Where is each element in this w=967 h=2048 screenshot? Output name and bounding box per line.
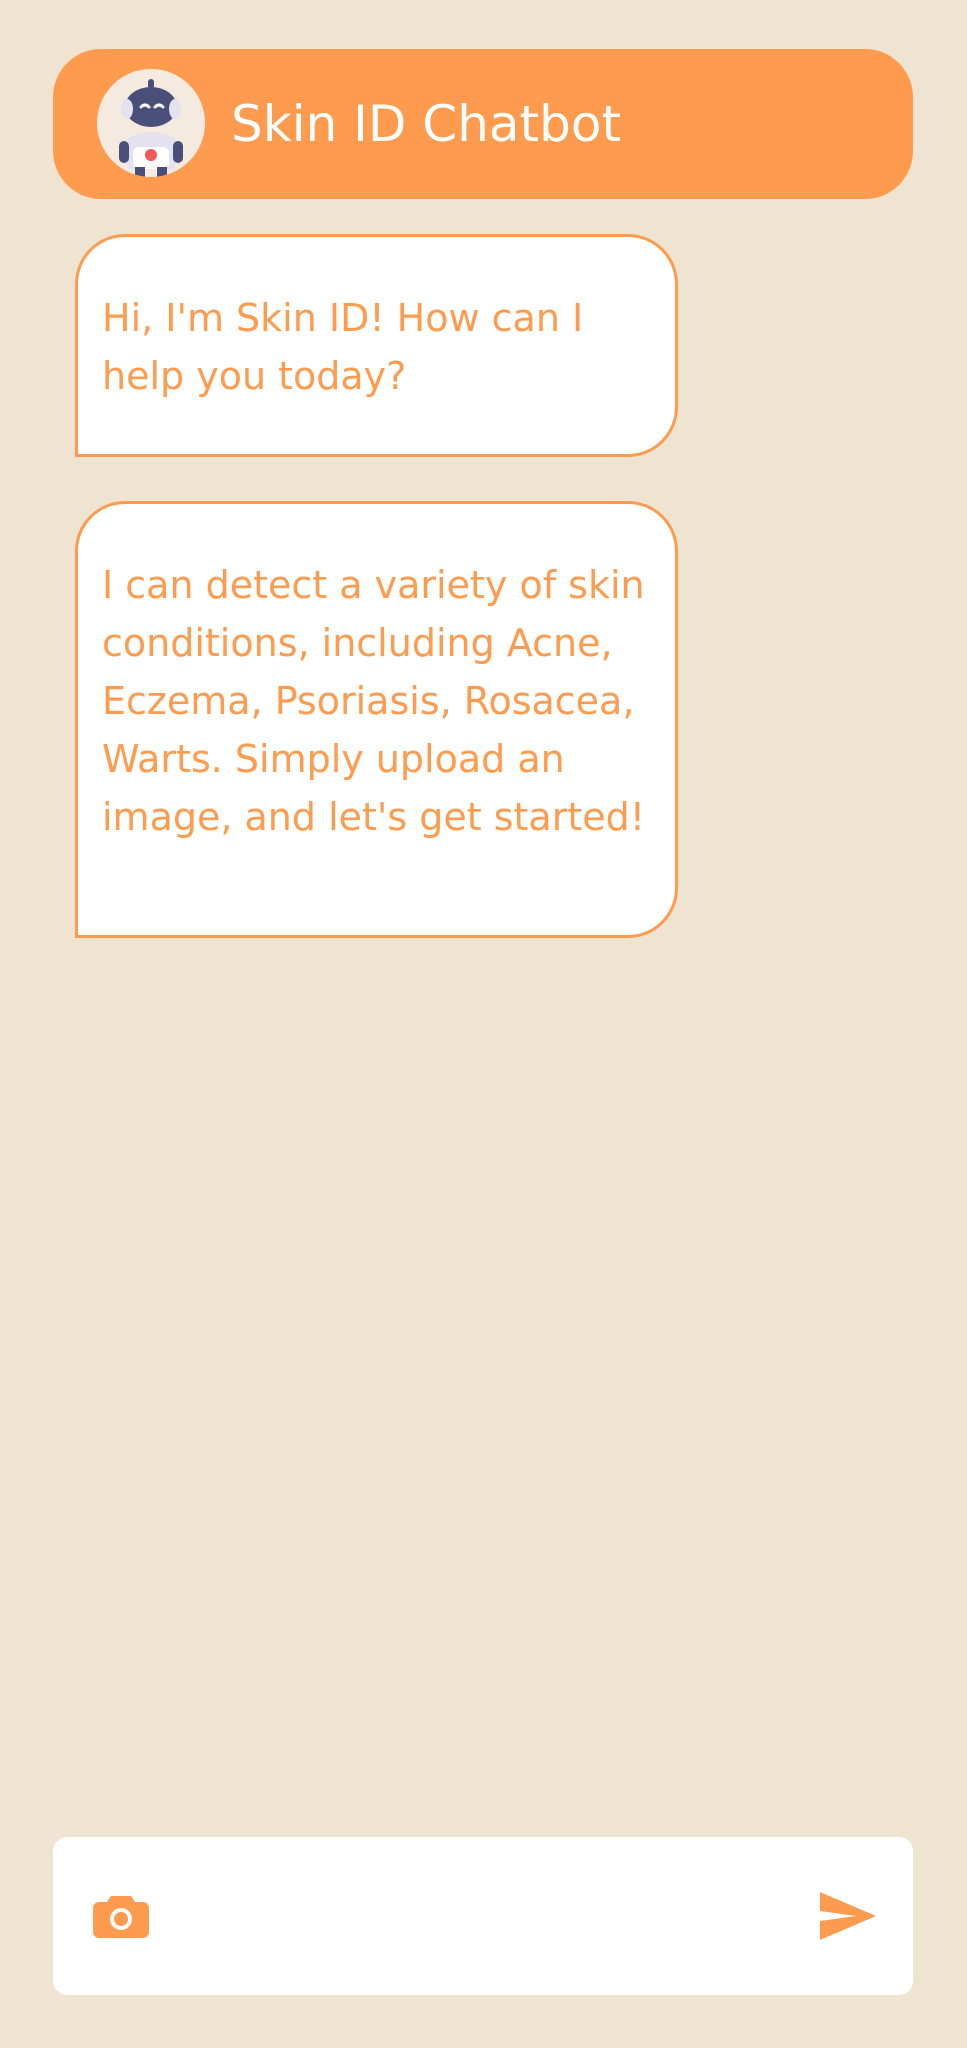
message-input[interactable] bbox=[183, 1871, 747, 1963]
message-composer bbox=[53, 1837, 913, 1995]
chat-title: Skin ID Chatbot bbox=[231, 95, 622, 153]
bot-message-bubble: I can detect a variety of skin condition… bbox=[75, 501, 678, 938]
camera-button[interactable] bbox=[89, 1884, 153, 1948]
send-icon bbox=[820, 1892, 876, 1940]
bot-message-text: Hi, I'm Skin ID! How can I help you toda… bbox=[102, 296, 584, 398]
bot-message-bubble: Hi, I'm Skin ID! How can I help you toda… bbox=[75, 234, 678, 457]
camera-icon bbox=[93, 1896, 149, 1938]
send-button[interactable] bbox=[813, 1881, 883, 1951]
chat-header: Skin ID Chatbot bbox=[53, 49, 913, 199]
bot-message-text: I can detect a variety of skin condition… bbox=[102, 563, 645, 839]
robot-avatar-icon bbox=[97, 69, 205, 177]
